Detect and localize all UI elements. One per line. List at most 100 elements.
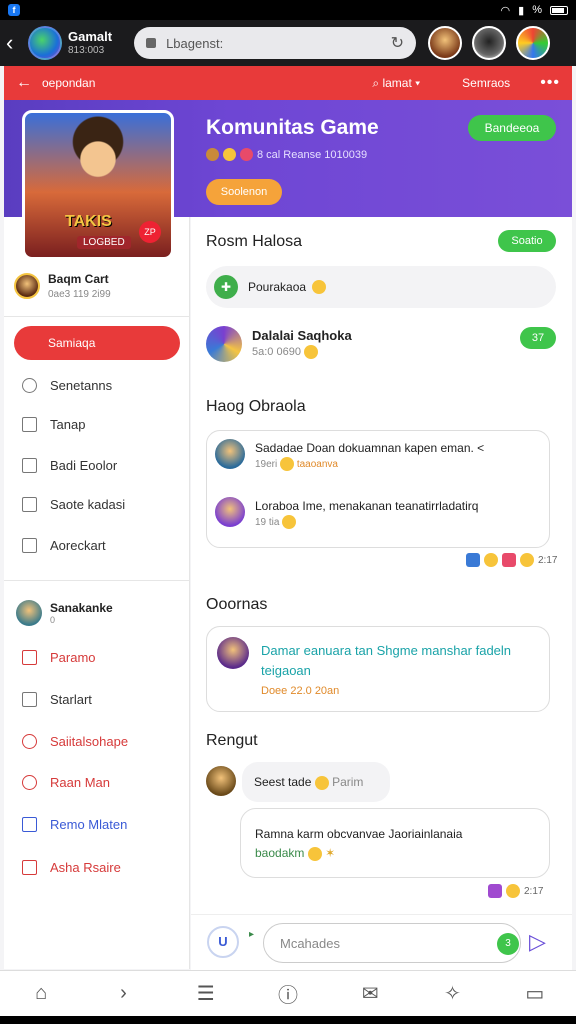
system-nav-strip bbox=[0, 1016, 576, 1024]
attach-button[interactable]: U bbox=[207, 926, 239, 958]
divider bbox=[4, 580, 190, 581]
smile-emoji-icon bbox=[282, 515, 297, 530]
screen: f ◠ ▮ % ‹ Gamalt 813:003 Lbagenst: ↻ ← o… bbox=[0, 0, 576, 1024]
sidebar-section-item-3[interactable]: Saiitalsohape bbox=[20, 732, 128, 750]
url-bar[interactable]: Lbagenst: ↻ bbox=[134, 27, 417, 59]
sidebar-section-item-5[interactable]: Remo Mlaten bbox=[20, 815, 127, 833]
game-controller-icon: ✚ bbox=[214, 275, 238, 299]
clock-icon bbox=[20, 732, 38, 750]
sidebar-item-1[interactable]: Senetanns bbox=[20, 376, 112, 394]
chat-message-meta: 19 tia bbox=[255, 515, 478, 530]
back-chevron-icon[interactable]: ‹ bbox=[6, 30, 24, 56]
avatar bbox=[215, 497, 245, 527]
cover-game-name: TAKIS bbox=[65, 213, 112, 230]
expand-icon[interactable]: ▸ bbox=[249, 929, 254, 940]
player-row[interactable]: Dalalai Saqhoka 5a:0 0690 bbox=[206, 326, 352, 362]
avatar bbox=[217, 637, 249, 669]
smile-emoji-icon bbox=[304, 345, 318, 360]
header-back-label[interactable]: oepondan bbox=[42, 76, 95, 90]
grid-icon bbox=[20, 858, 38, 876]
section-title-1: Rosm Halosa bbox=[206, 233, 303, 250]
reload-icon[interactable]: ↻ bbox=[391, 33, 404, 53]
smile-emoji-icon bbox=[312, 280, 327, 294]
mail-icon bbox=[20, 415, 38, 433]
lock-icon bbox=[146, 38, 157, 48]
sidebar-item-4[interactable]: Saote kadasi bbox=[20, 495, 125, 513]
home-icon bbox=[20, 536, 38, 554]
heart-reaction-icon bbox=[502, 553, 516, 567]
sidebar-item-label: Saote kadasi bbox=[50, 496, 126, 512]
divider bbox=[4, 316, 190, 317]
heart-emoji-icon bbox=[240, 148, 253, 161]
settings-button[interactable]: Semraos bbox=[462, 76, 510, 90]
sidebar-section-user[interactable]: Sanakanke 0 bbox=[16, 600, 113, 626]
star-icon: ✶ bbox=[325, 846, 336, 861]
profile-avatar-2[interactable] bbox=[472, 26, 507, 60]
smile-emoji-icon bbox=[484, 553, 498, 567]
avatar bbox=[14, 273, 40, 300]
book-icon bbox=[20, 815, 38, 833]
sidebar-item-3[interactable]: Badi Eoolor bbox=[20, 456, 117, 474]
info-icon[interactable]: ⓘ bbox=[268, 979, 308, 1008]
smile-emoji-icon bbox=[223, 148, 236, 161]
list-icon bbox=[20, 456, 38, 474]
chat-reactions[interactable]: 2:17 bbox=[466, 553, 557, 567]
game-cover-image[interactable]: TAKIS LOGBED ZP bbox=[22, 110, 174, 260]
browser-bar: ‹ Gamalt 813:003 Lbagenst: ↻ bbox=[0, 20, 576, 66]
chat-message[interactable]: Sadadae Doan dokuamnan kapen eman. < 19e… bbox=[215, 439, 535, 472]
community-header-bar: ← oepondan ⌕ lamat ▾ Semraos ••• bbox=[4, 66, 572, 100]
player-badge[interactable]: 37 bbox=[520, 327, 556, 349]
reply-reactions[interactable]: 2:17 bbox=[488, 884, 543, 898]
profile-avatar-3[interactable] bbox=[516, 26, 551, 60]
announcement-card[interactable]: Damar eanuara tan Shgme manshar fadeln t… bbox=[206, 626, 550, 712]
more-icon[interactable]: ••• bbox=[540, 74, 560, 92]
message-composer: U ▸ Mcahades 3 ▷ bbox=[191, 914, 572, 970]
sidebar-user[interactable]: Baqm Cart 0ae3 119 2i99 bbox=[14, 272, 111, 301]
announcement-meta: Doee 22.0 20an bbox=[261, 685, 340, 697]
sidebar-item-label: Asha Rsaire bbox=[50, 859, 121, 875]
wifi-icon: ◠ bbox=[500, 4, 511, 17]
genre-button[interactable]: Soolenon bbox=[206, 179, 282, 205]
avatar[interactable] bbox=[206, 766, 236, 796]
puzzle-icon[interactable]: ✧ bbox=[433, 981, 473, 1006]
reply-bubble[interactable]: Ramna karm obcvanvae Jaoriainlanaia baod… bbox=[240, 808, 550, 878]
smile-emoji-icon bbox=[307, 847, 322, 862]
send-icon[interactable]: ▷ bbox=[529, 929, 546, 955]
upload-icon bbox=[20, 690, 38, 708]
menu-icon[interactable]: ☰ bbox=[186, 981, 226, 1006]
profile-avatar-1[interactable] bbox=[428, 26, 463, 60]
back-arrow-icon[interactable]: ← bbox=[16, 74, 32, 92]
sidebar-section-item-6[interactable]: Asha Rsaire bbox=[20, 858, 121, 876]
search-button[interactable]: ⌕ lamat ▾ bbox=[372, 76, 420, 91]
sidebar-primary-button[interactable]: Samiaqa bbox=[14, 326, 180, 360]
sidebar-item-2[interactable]: Tanap bbox=[20, 415, 85, 433]
sidebar-item-label: Raan Man bbox=[50, 774, 110, 790]
app-logo[interactable] bbox=[28, 26, 62, 60]
sidebar-item-label: Starlart bbox=[50, 691, 92, 707]
sidebar-section-item-4[interactable]: Raan Man bbox=[20, 773, 110, 791]
reply-bubble[interactable]: Seest tade Parim bbox=[242, 762, 390, 802]
home-icon[interactable]: ⌂ bbox=[21, 982, 61, 1005]
message-input[interactable]: Mcahades bbox=[263, 923, 521, 963]
sidebar-item-label: Tanap bbox=[50, 416, 86, 432]
player-name: Dalalai Saqhoka bbox=[252, 328, 352, 344]
chat-message[interactable]: Loraboa Ime, menakanan teanatirrladatirq… bbox=[215, 497, 535, 530]
section-user-sub: 0 bbox=[50, 615, 56, 625]
sidebar-section-item-2[interactable]: Starlart bbox=[20, 690, 92, 708]
location-icon bbox=[20, 376, 38, 394]
community-stats: 8 cal Reanse 1010039 bbox=[206, 148, 367, 161]
section-1-button[interactable]: Soatio bbox=[498, 230, 556, 252]
home-icon bbox=[20, 648, 38, 666]
forward-icon[interactable]: › bbox=[103, 982, 143, 1005]
mail-icon[interactable]: ✉ bbox=[350, 981, 390, 1006]
post-composer[interactable]: ✚ Pourakaoa bbox=[206, 266, 556, 308]
tabs-icon[interactable]: ▭ bbox=[515, 981, 555, 1006]
sidebar-item-5[interactable]: Aoreckart bbox=[20, 536, 106, 554]
join-button[interactable]: Bandeeoa bbox=[468, 115, 556, 141]
sidebar-section-item-1[interactable]: Paramo bbox=[20, 648, 96, 666]
sidebar-user-stats: 0ae3 119 2i99 bbox=[48, 288, 111, 300]
sidebar-user-name: Baqm Cart bbox=[48, 272, 109, 286]
document-icon bbox=[20, 495, 38, 513]
smile-emoji-icon bbox=[280, 457, 295, 472]
unread-badge: 3 bbox=[497, 933, 519, 955]
